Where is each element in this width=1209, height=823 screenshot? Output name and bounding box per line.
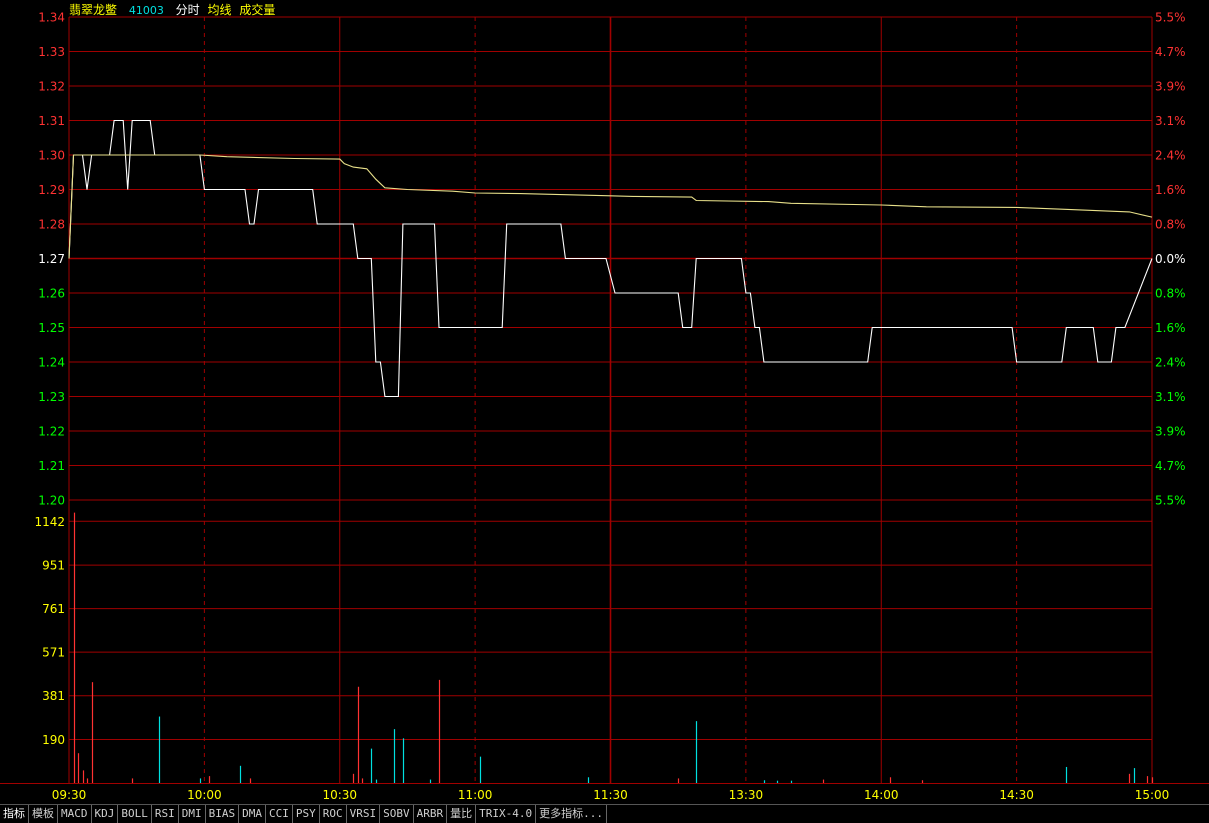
tab-arbr[interactable]: ARBR (414, 805, 448, 823)
price-tick-label: 1.20 (38, 494, 65, 508)
tab-rsi[interactable]: RSI (152, 805, 179, 823)
time-tick-label: 14:00 (864, 788, 899, 802)
price-tick-label: 1.31 (38, 114, 65, 128)
percent-tick-label: 0.0% (1155, 252, 1186, 266)
tab-vrsi[interactable]: VRSI (347, 805, 381, 823)
percent-tick-label: 2.4% (1155, 356, 1186, 370)
volume-tick-label: 951 (42, 559, 65, 573)
percent-tick-label: 3.9% (1155, 80, 1186, 94)
percent-tick-label: 4.7% (1155, 45, 1186, 59)
price-tick-label: 1.29 (38, 183, 65, 197)
tab-indicator[interactable]: 指标 (0, 805, 29, 823)
price-tick-label: 1.28 (38, 218, 65, 232)
tab-kdj[interactable]: KDJ (92, 805, 119, 823)
price-tick-label: 1.32 (38, 80, 65, 94)
chart-header: 翡翠龙鳖 41003 分时 均线 成交量 (69, 2, 283, 18)
volume-tick-label: 571 (42, 646, 65, 660)
tab-cci[interactable]: CCI (266, 805, 293, 823)
price-tick-label: 1.25 (38, 321, 65, 335)
tab-sobv[interactable]: SOBV (380, 805, 414, 823)
percent-tick-label: 3.1% (1155, 114, 1186, 128)
indicator-label-average: 均线 (207, 3, 232, 17)
volume-tick-label: 761 (42, 602, 65, 616)
percent-tick-label: 0.8% (1155, 218, 1186, 232)
volume-tick-label: 381 (42, 689, 65, 703)
price-tick-label: 1.30 (38, 149, 65, 163)
indicator-label-intraday: 分时 (175, 3, 200, 17)
volume-tick-label: 190 (42, 733, 65, 747)
price-tick-label: 1.22 (38, 425, 65, 439)
tab-bias[interactable]: BIAS (206, 805, 240, 823)
time-tick-label: 13:30 (729, 788, 764, 802)
intraday-chart[interactable]: 1.34 1.33 1.32 1.31 1.30 1.29 1.28 1.27 1.26 1.25… (0, 0, 1209, 804)
time-tick-label: 11:00 (458, 788, 493, 802)
percent-tick-label: 3.9% (1155, 425, 1186, 439)
price-tick-label: 1.24 (38, 356, 65, 370)
tab-dma[interactable]: DMA (239, 805, 266, 823)
time-tick-label: 10:30 (322, 788, 357, 802)
percent-axis-labels: 5.5% 4.7% 3.9% 3.1% 2.4% 1.6% 0.8% 0.0% 0.8% 1.6%… (1155, 11, 1186, 508)
time-tick-label: 15:00 (1135, 788, 1170, 802)
tab-roc[interactable]: ROC (320, 805, 347, 823)
percent-tick-label: 5.5% (1155, 11, 1186, 25)
time-tick-label: 10:00 (187, 788, 222, 802)
time-axis-labels: 09:30 10:00 10:30 11:00 11:30 13:30 14:00 14:30… (52, 788, 1170, 802)
price-tick-label: 1.23 (38, 390, 65, 404)
volume-tick-label: 1142 (34, 515, 65, 529)
price-tick-label: 1.33 (38, 45, 65, 59)
percent-tick-label: 4.7% (1155, 459, 1186, 473)
price-tick-label: 1.26 (38, 287, 65, 301)
indicator-label-volume: 成交量 (239, 3, 276, 17)
percent-tick-label: 3.1% (1155, 390, 1186, 404)
tab-dmi[interactable]: DMI (179, 805, 206, 823)
percent-tick-label: 1.6% (1155, 183, 1186, 197)
price-axis-labels: 1.34 1.33 1.32 1.31 1.30 1.29 1.28 1.27 1.26 1.25… (38, 11, 65, 508)
tab-more-indicators[interactable]: 更多指标... (536, 805, 607, 823)
tab-template[interactable]: 模板 (29, 805, 58, 823)
price-tick-label: 1.34 (38, 11, 65, 25)
percent-tick-label: 0.8% (1155, 287, 1186, 301)
tab-trix[interactable]: TRIX-4.0 (476, 805, 537, 823)
stock-code: 41003 (128, 4, 164, 17)
percent-tick-label: 2.4% (1155, 149, 1186, 163)
time-tick-label: 14:30 (999, 788, 1034, 802)
price-tick-label: 1.27 (38, 252, 65, 266)
tab-macd[interactable]: MACD (58, 805, 92, 823)
time-tick-label: 09:30 (52, 788, 87, 802)
price-tick-label: 1.21 (38, 459, 65, 473)
percent-tick-label: 1.6% (1155, 321, 1186, 335)
time-tick-label: 11:30 (593, 788, 628, 802)
tab-volume-ratio[interactable]: 量比 (447, 805, 477, 823)
stock-name: 翡翠龙鳖 (69, 3, 118, 17)
tab-psy[interactable]: PSY (293, 805, 320, 823)
tab-boll[interactable]: BOLL (118, 805, 152, 823)
indicator-tab-bar: 指标 模板 MACD KDJ BOLL RSI DMI BIAS DMA CCI… (0, 804, 1209, 823)
percent-tick-label: 5.5% (1155, 494, 1186, 508)
